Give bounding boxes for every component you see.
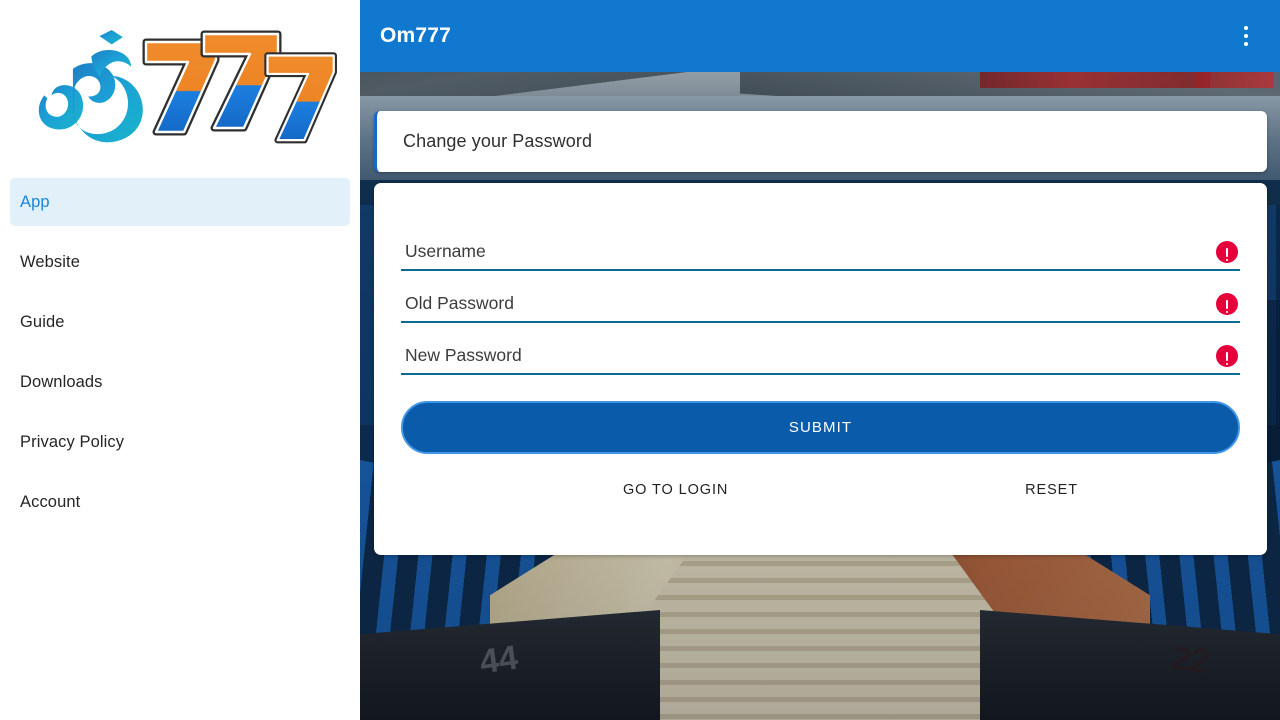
page-title-card: Change your Password [374,111,1267,172]
sidebar-item-label: Guide [20,312,65,331]
change-password-form: SUBMIT GO TO LOGIN RESET [374,183,1267,555]
new-password-field-row [401,323,1240,375]
om-symbol [38,30,143,143]
error-circle-icon [1216,345,1238,367]
submit-button[interactable]: SUBMIT [401,401,1240,454]
sidebar-item-website[interactable]: Website [10,238,350,286]
om777-logo [0,0,360,178]
username-input[interactable] [401,241,1210,264]
old-password-field-row [401,271,1240,323]
username-field-row [401,219,1240,271]
app-root: App Website Guide Downloads Privacy Poli… [0,0,1280,720]
page-title: Change your Password [403,131,593,151]
new-password-input[interactable] [401,345,1210,368]
sidebar-nav: App Website Guide Downloads Privacy Poli… [0,178,360,526]
go-to-login-button[interactable]: GO TO LOGIN [615,476,736,504]
reset-button[interactable]: RESET [1017,476,1086,504]
sidebar: App Website Guide Downloads Privacy Poli… [0,0,360,720]
om777-logo-svg [38,30,337,144]
sidebar-item-label: Account [20,492,81,511]
sidebar-item-account[interactable]: Account [10,478,350,526]
content-area: 44 22 Om777 Change your Password [360,0,1280,720]
app-bar: Om777 [360,0,1280,72]
sidebar-item-downloads[interactable]: Downloads [10,358,350,406]
sidebar-item-label: App [20,192,50,211]
sidebar-item-label: Downloads [20,372,103,391]
777-text [142,30,337,144]
sidebar-item-guide[interactable]: Guide [10,298,350,346]
app-title: Om777 [380,24,452,47]
kebab-dot [1244,26,1248,30]
kebab-dot [1244,42,1248,46]
sidebar-item-label: Website [20,252,81,271]
more-vertical-icon[interactable] [1226,16,1266,56]
old-password-input[interactable] [401,293,1210,316]
sidebar-item-privacy-policy[interactable]: Privacy Policy [10,418,350,466]
error-circle-icon [1216,241,1238,263]
sidebar-item-app[interactable]: App [10,178,350,226]
sidebar-item-label: Privacy Policy [20,432,125,451]
error-circle-icon [1216,293,1238,315]
form-actions-row: GO TO LOGIN RESET [401,476,1240,504]
kebab-dot [1244,34,1248,38]
